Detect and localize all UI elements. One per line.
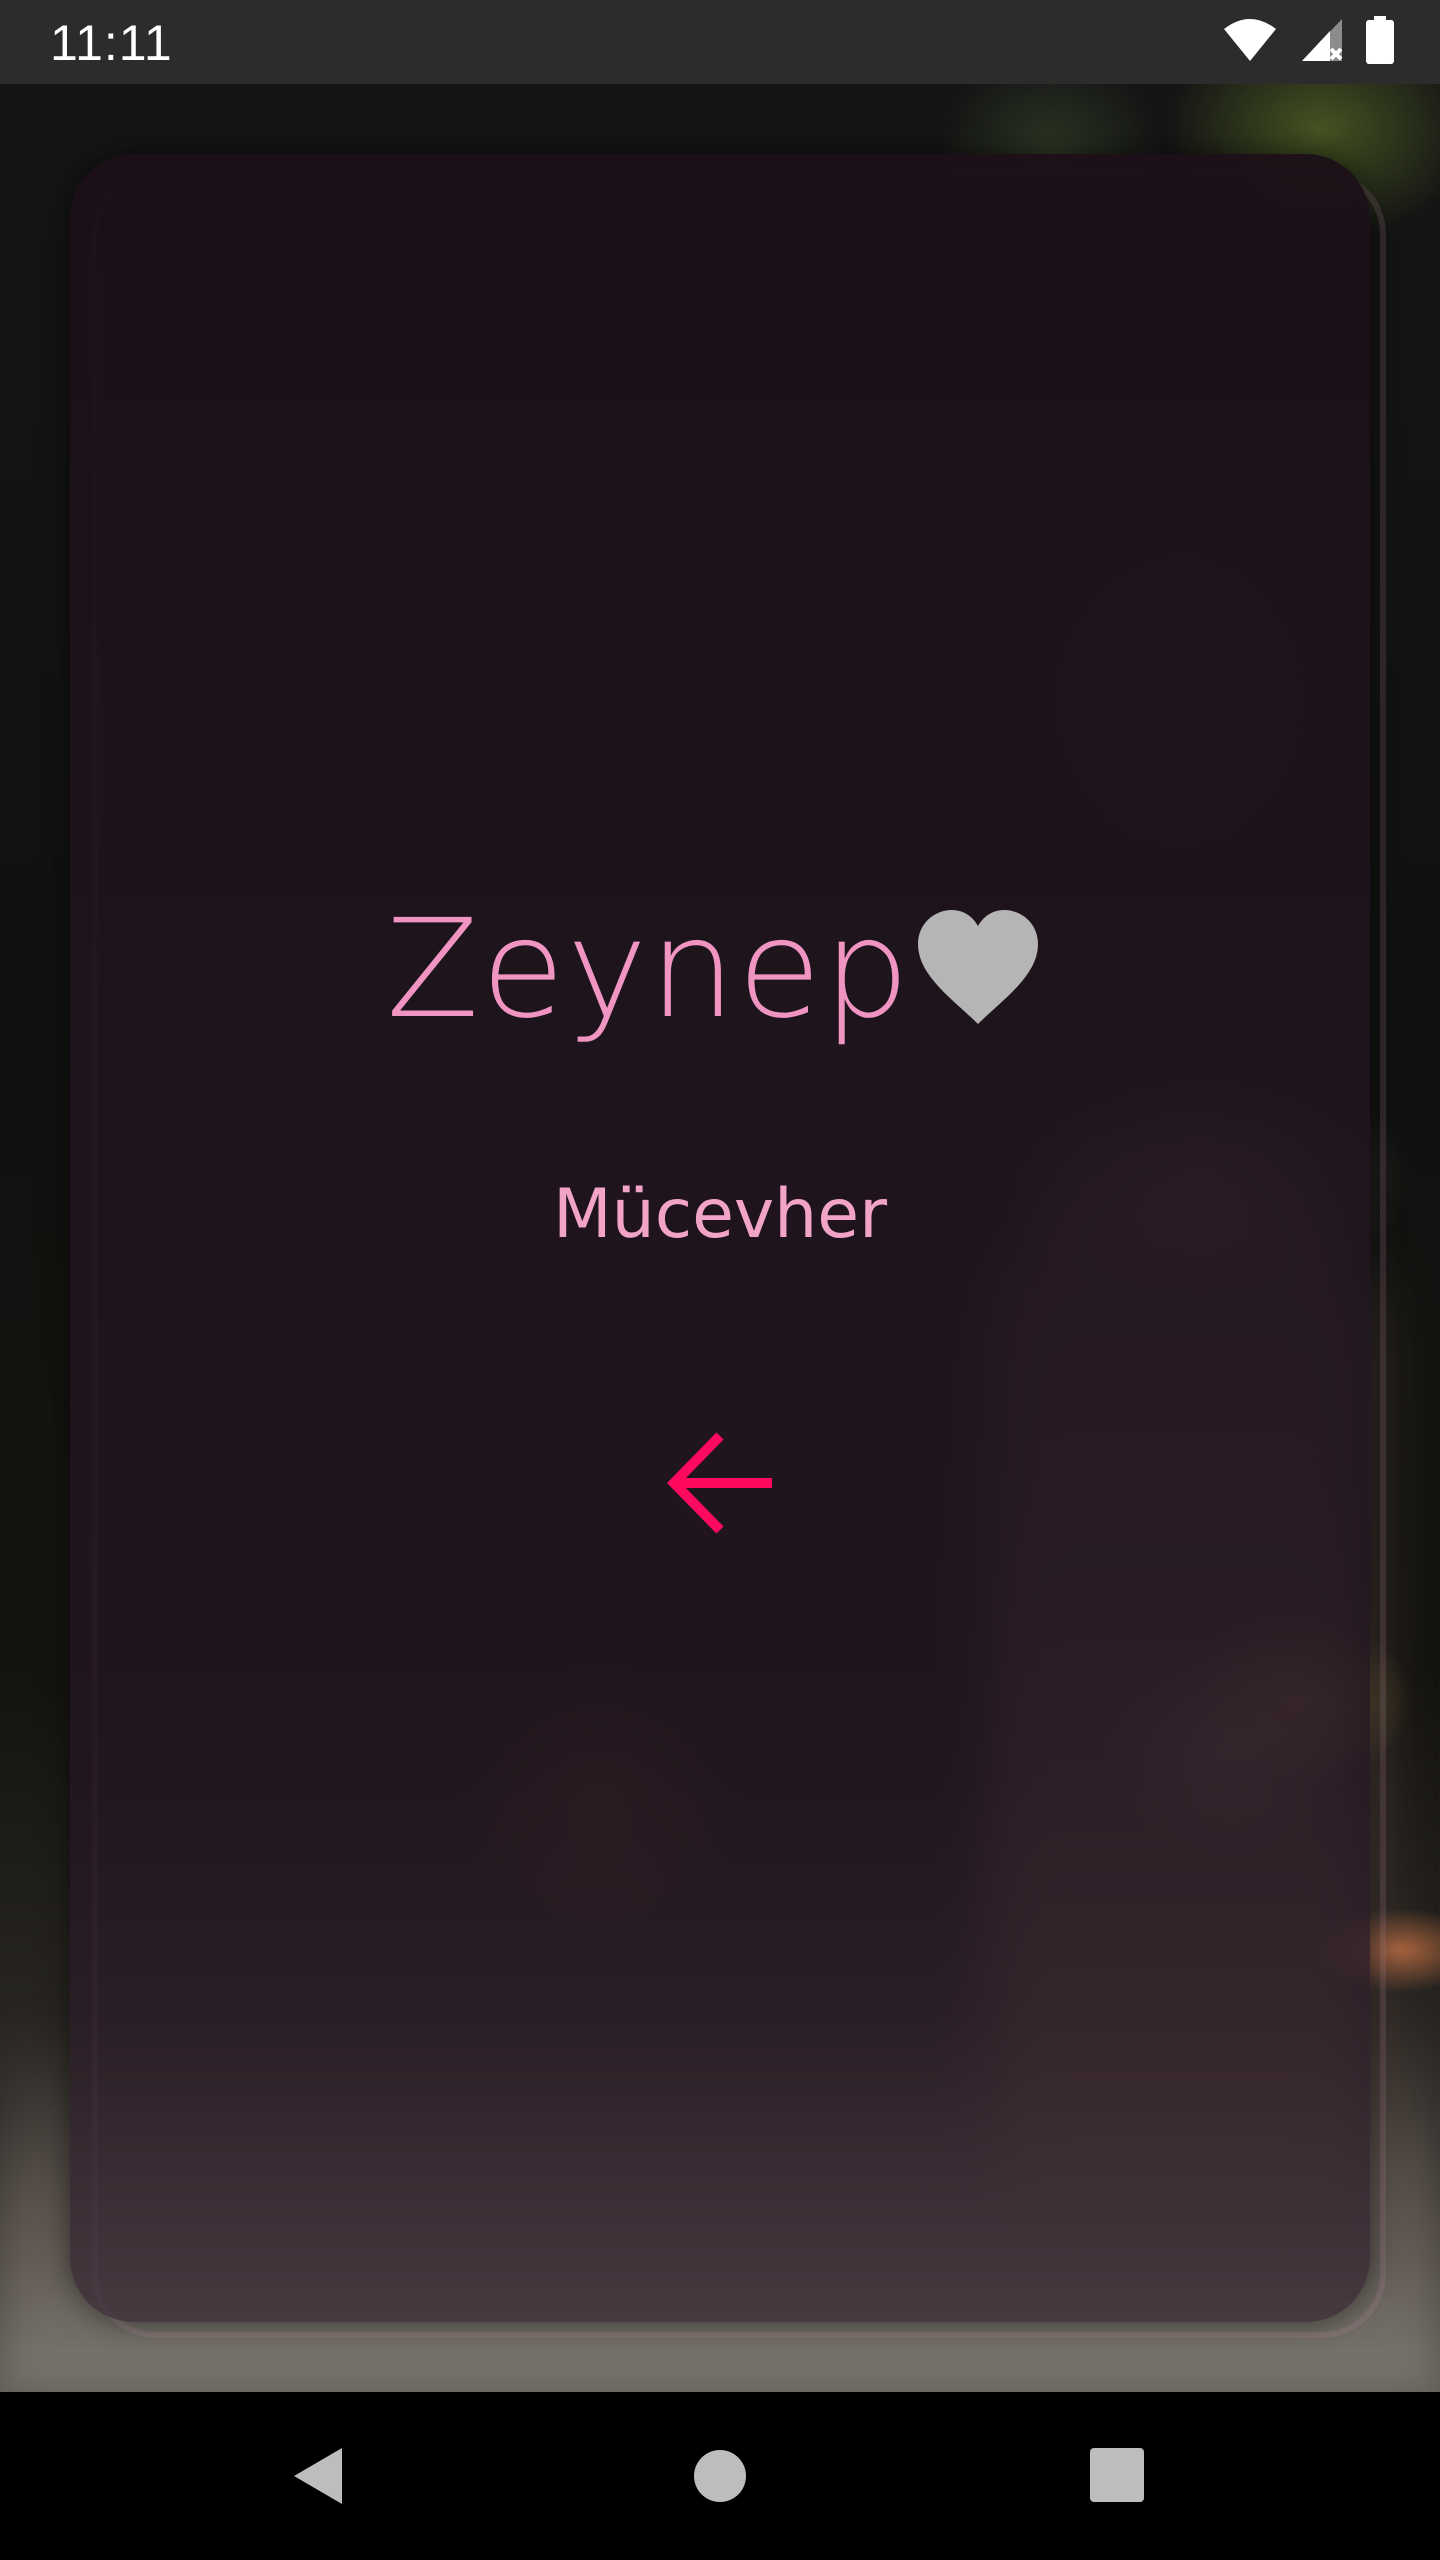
name-row: Zeynep xyxy=(0,890,1440,1050)
screen: 11:11 Zeynep Mücevher xyxy=(0,0,1440,2560)
wifi-icon xyxy=(1222,17,1278,68)
cellular-no-data-icon xyxy=(1300,17,1344,68)
recents-icon[interactable] xyxy=(1078,2436,1158,2516)
status-icons xyxy=(1222,16,1394,69)
name-title: Zeynep xyxy=(386,891,912,1049)
heart-icon[interactable] xyxy=(914,908,1042,1028)
back-icon[interactable] xyxy=(280,2436,360,2516)
arrow-left-icon[interactable] xyxy=(664,1428,776,1538)
status-time: 11:11 xyxy=(50,15,173,71)
subtitle: Mücevher xyxy=(552,1175,888,1254)
navigation-bar xyxy=(0,2392,1440,2560)
home-icon[interactable] xyxy=(680,2436,760,2516)
battery-icon xyxy=(1366,16,1394,69)
status-bar: 11:11 xyxy=(0,0,1440,84)
